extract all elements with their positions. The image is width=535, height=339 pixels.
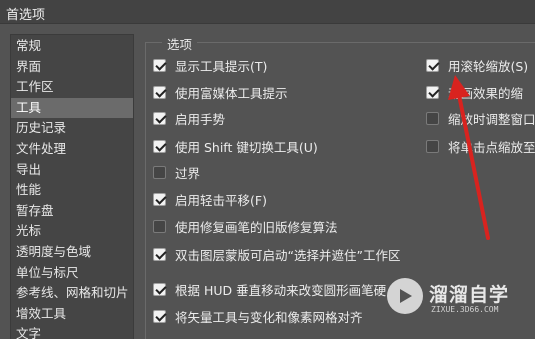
option-overscroll[interactable]: 过界 (153, 163, 200, 181)
sidebar-item-performance[interactable]: 性能 (11, 180, 133, 201)
sidebar-item-history[interactable]: 历史记录 (11, 118, 133, 139)
play-icon (400, 289, 412, 303)
option-select-and-mask[interactable]: 双击图层蒙版可启动“选择并遮住”工作区 (153, 245, 400, 263)
option-label: 使用修复画笔的旧版修复算法 (175, 219, 338, 235)
option-zoom-clicked-point[interactable]: 将单击点缩放至 (426, 137, 535, 155)
sidebar-item-scratch-disks[interactable]: 暂存盘 (11, 201, 133, 222)
sidebar-item-units-rulers[interactable]: 单位与标尺 (11, 263, 133, 284)
sidebar-item-cursors[interactable]: 光标 (11, 221, 133, 242)
watermark: 溜溜自学 ZIXUE.3D66.COM (387, 276, 535, 320)
sidebar-item-plugins[interactable]: 增效工具 (11, 304, 133, 325)
option-label: 用滚轮缩放(S) (448, 58, 529, 74)
option-legacy-healing[interactable]: 使用修复画笔的旧版修复算法 (153, 217, 338, 235)
rich-tooltips-checkbox[interactable] (153, 85, 166, 99)
zoom-clicked-point-checkbox[interactable] (426, 139, 439, 153)
overscroll-checkbox[interactable] (153, 165, 166, 179)
option-rich-tooltips[interactable]: 使用富媒体工具提示 (153, 83, 288, 101)
option-label: 动画效果的缩 (448, 85, 524, 101)
zoom-with-wheel-checkbox[interactable] (426, 58, 439, 72)
sidebar-item-general[interactable]: 常规 (11, 36, 133, 57)
snap-vector-tools-checkbox[interactable] (153, 309, 166, 323)
select-and-mask-checkbox[interactable] (153, 247, 166, 261)
flick-panning-checkbox[interactable] (153, 192, 166, 206)
watermark-url: ZIXUE.3D66.COM (431, 305, 499, 314)
sidebar-item-transparency[interactable]: 透明度与色域 (11, 242, 133, 263)
hud-brush-hardness-checkbox[interactable] (153, 282, 166, 296)
option-animated-zoom[interactable]: 动画效果的缩 (426, 83, 523, 101)
shift-switch-tools-checkbox[interactable] (153, 139, 166, 153)
show-tooltips-checkbox[interactable] (153, 58, 166, 72)
sidebar-item-tools[interactable]: 工具 (11, 97, 133, 119)
sidebar-item-interface[interactable]: 界面 (11, 57, 133, 78)
option-label: 缩放时调整窗口 (448, 111, 535, 127)
title-bar: 首选项 (0, 0, 535, 24)
option-label: 将矢量工具与变化和像素网格对齐 (175, 309, 363, 325)
sidebar-item-workspace[interactable]: 工作区 (11, 77, 133, 98)
enable-gestures-checkbox[interactable] (153, 111, 166, 125)
option-zoom-with-wheel[interactable]: 用滚轮缩放(S) (426, 56, 528, 74)
option-snap-vector-tools[interactable]: 将矢量工具与变化和像素网格对齐 (153, 307, 363, 325)
option-label: 使用 Shift 键切换工具(U) (175, 139, 318, 155)
option-label: 启用轻击平移(F) (175, 192, 267, 208)
option-show-tooltips[interactable]: 显示工具提示(T) (153, 56, 267, 74)
legacy-healing-checkbox[interactable] (153, 219, 166, 233)
watermark-logo-icon (387, 278, 423, 314)
option-shift-switch-tools[interactable]: 使用 Shift 键切换工具(U) (153, 137, 318, 155)
option-flick-panning[interactable]: 启用轻击平移(F) (153, 190, 267, 208)
option-label: 使用富媒体工具提示 (175, 85, 288, 101)
animated-zoom-checkbox[interactable] (426, 85, 439, 99)
preferences-sidebar: 常规 界面 工作区 工具 历史记录 文件处理 导出 性能 暂存盘 光标 透明度与… (10, 34, 134, 339)
sidebar-item-file-handling[interactable]: 文件处理 (11, 139, 133, 160)
zoom-resizes-windows-checkbox[interactable] (426, 111, 439, 125)
option-hud-brush-hardness[interactable]: 根据 HUD 垂直移动来改变圆形画笔硬 (153, 280, 386, 298)
option-label: 根据 HUD 垂直移动来改变圆形画笔硬 (175, 282, 387, 298)
sidebar-item-guides-grid[interactable]: 参考线、网格和切片 (11, 283, 133, 304)
option-enable-gestures[interactable]: 启用手势 (153, 109, 225, 127)
options-group-title: 选项 (162, 34, 198, 53)
option-label: 双击图层蒙版可启动“选择并遮住”工作区 (175, 247, 401, 263)
option-label: 将单击点缩放至 (448, 139, 535, 155)
watermark-name: 溜溜自学 (429, 284, 510, 306)
option-label: 过界 (175, 165, 201, 181)
option-label: 显示工具提示(T) (175, 58, 268, 74)
option-label: 启用手势 (175, 111, 226, 127)
sidebar-item-export[interactable]: 导出 (11, 160, 133, 181)
option-zoom-resizes-windows[interactable]: 缩放时调整窗口 (426, 109, 535, 127)
window-title: 首选项 (6, 8, 46, 23)
sidebar-item-type[interactable]: 文字 (11, 324, 133, 339)
